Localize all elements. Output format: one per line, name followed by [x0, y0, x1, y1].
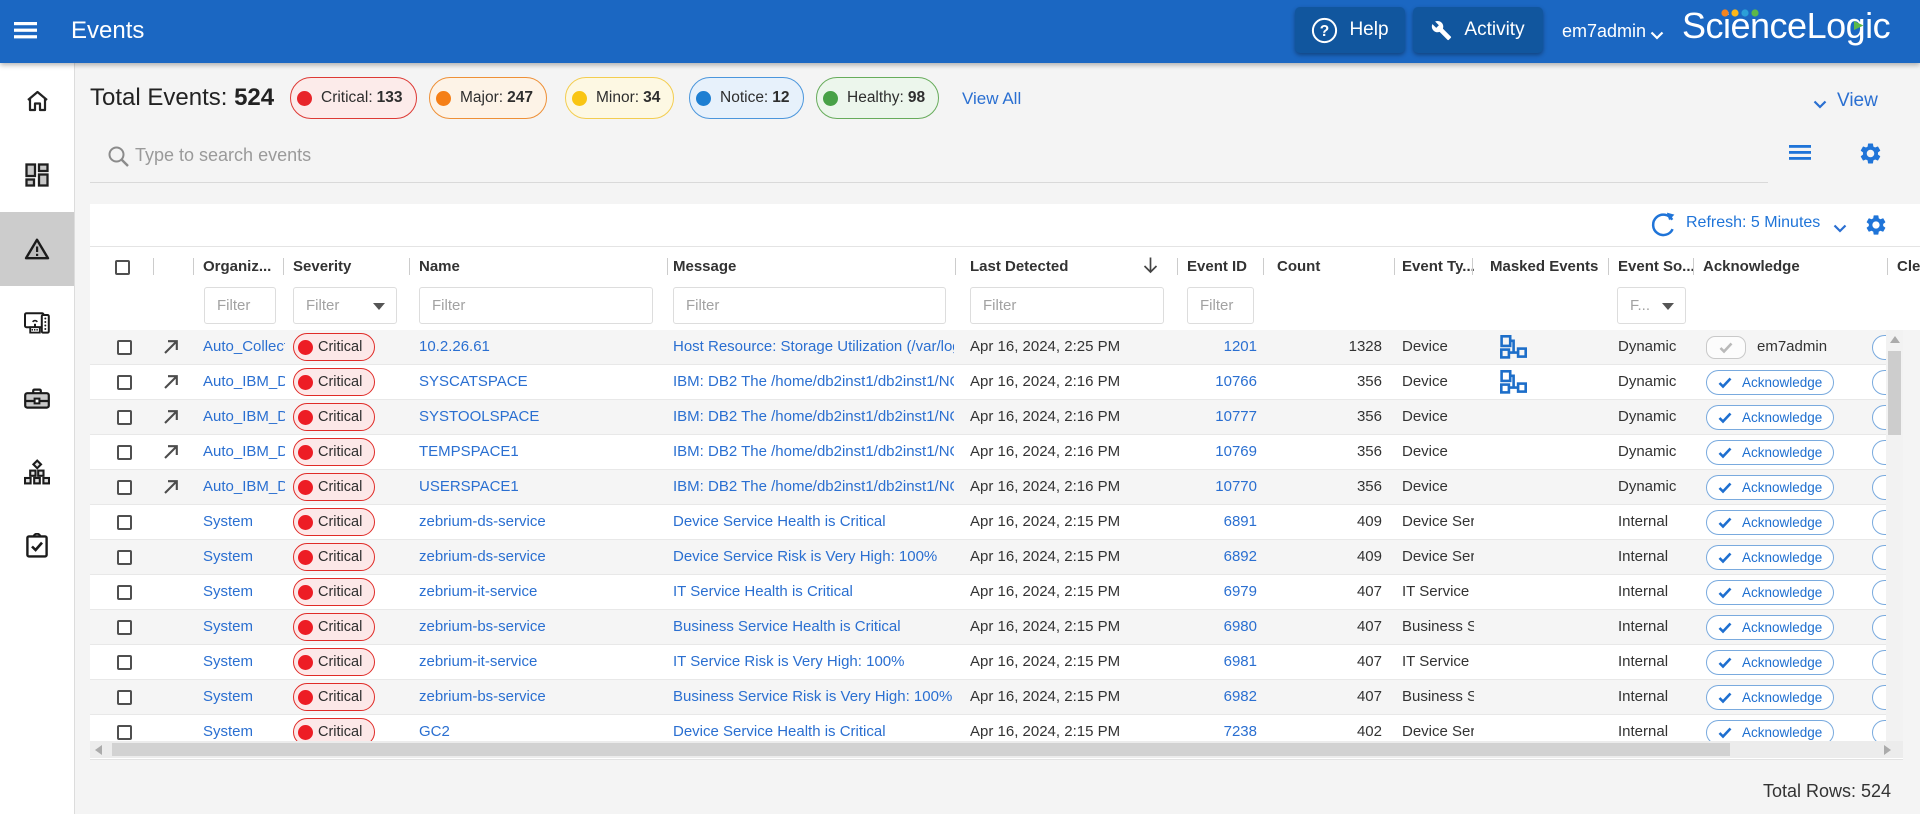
svg-text:?: ?: [1320, 23, 1329, 40]
